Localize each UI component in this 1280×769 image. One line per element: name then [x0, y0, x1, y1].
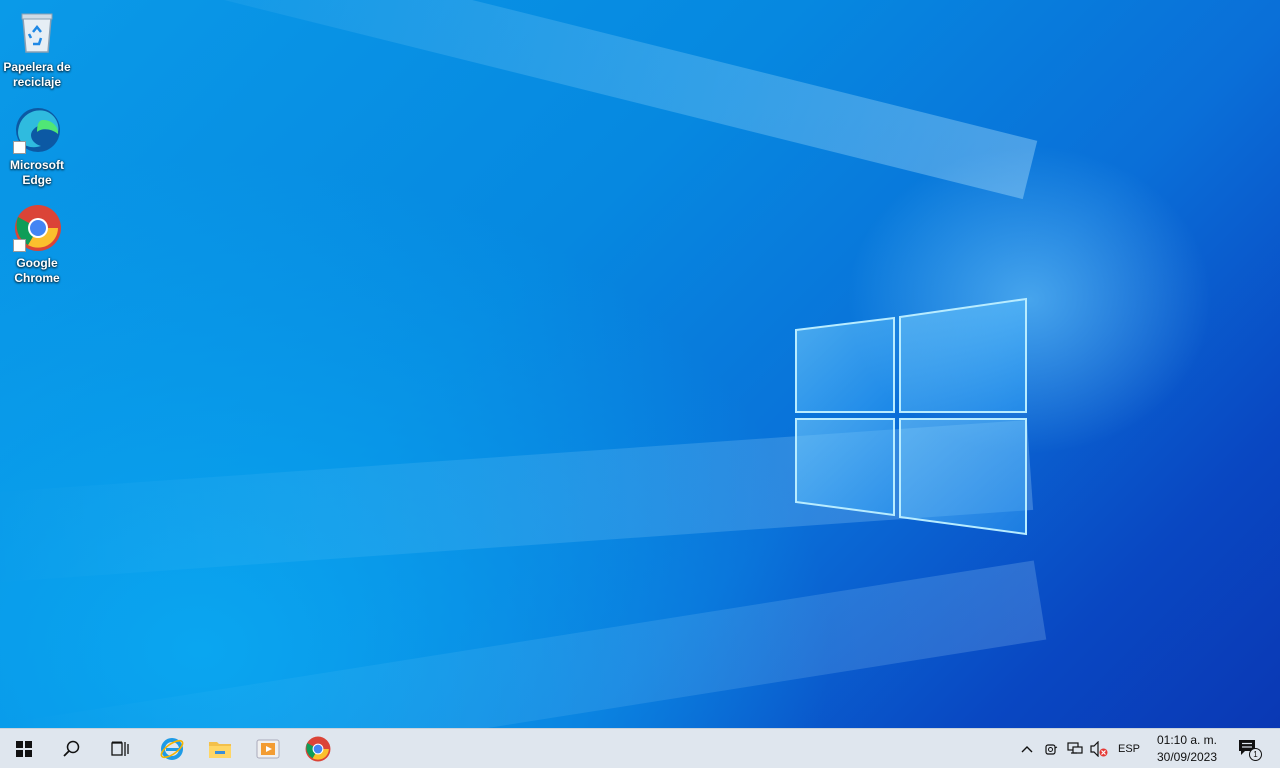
recycle-bin-icon — [13, 8, 61, 56]
tray-meet-now[interactable] — [1040, 729, 1062, 769]
file-explorer-icon — [209, 742, 231, 758]
edge-icon — [13, 106, 61, 154]
network-icon — [1067, 742, 1083, 754]
search-button[interactable] — [48, 729, 96, 769]
shortcut-arrow-icon — [13, 239, 26, 252]
volume-muted-icon — [1090, 741, 1108, 757]
desktop-icon-label: Microsoft Edge — [10, 158, 64, 187]
show-hidden-icons-button[interactable] — [1016, 729, 1038, 769]
clock-date: 30/09/2023 — [1156, 750, 1218, 764]
clock-time: 01:10 a. m. — [1156, 733, 1218, 747]
desktop-icon-edge[interactable]: Microsoft Edge — [0, 106, 74, 188]
start-button[interactable] — [0, 729, 48, 769]
desktop-icon-label: Papelera de reciclaje — [3, 60, 71, 89]
media-player-icon — [256, 739, 280, 759]
notification-count-badge: 1 — [1249, 748, 1262, 761]
camera-icon — [1045, 744, 1058, 755]
internet-explorer-icon — [160, 738, 184, 760]
task-view-icon — [111, 741, 129, 756]
desktop-icon-label: Google Chrome — [14, 256, 60, 285]
desktop-icon-chrome[interactable]: Google Chrome — [0, 204, 74, 286]
taskbar-internet-explorer[interactable] — [148, 729, 196, 769]
windows-logo-wallpaper — [795, 297, 1027, 536]
taskbar-media-player[interactable] — [244, 729, 292, 769]
taskbar-chrome[interactable] — [294, 729, 342, 769]
shortcut-arrow-icon — [13, 141, 26, 154]
desktop-icon-recycle-bin[interactable]: Papelera de reciclaje — [0, 8, 74, 90]
taskbar: ESP 01:10 a. m. 30/09/2023 1 — [0, 728, 1280, 768]
chrome-icon — [13, 204, 61, 252]
logo-pane-bottom-right — [899, 418, 1027, 536]
tray-network[interactable] — [1064, 729, 1086, 769]
logo-pane-top-left — [795, 316, 895, 413]
tray-volume[interactable] — [1088, 729, 1110, 769]
tray-clock[interactable]: 01:10 a. m. 30/09/2023 — [1142, 729, 1232, 769]
tray-input-language[interactable]: ESP — [1112, 729, 1146, 769]
task-view-button[interactable] — [96, 729, 144, 769]
taskbar-file-explorer[interactable] — [196, 729, 244, 769]
windows-logo-icon — [16, 741, 32, 757]
chevron-up-icon — [1021, 746, 1033, 753]
logo-pane-top-right — [899, 297, 1027, 413]
desktop-wallpaper[interactable]: Papelera de reciclaje Microsoft Edge Goo… — [0, 0, 1280, 728]
search-icon — [63, 740, 80, 757]
language-indicator: ESP — [1117, 743, 1140, 755]
action-center-button[interactable]: 1 — [1234, 729, 1264, 769]
logo-pane-bottom-left — [795, 418, 895, 517]
chrome-icon — [305, 736, 331, 762]
